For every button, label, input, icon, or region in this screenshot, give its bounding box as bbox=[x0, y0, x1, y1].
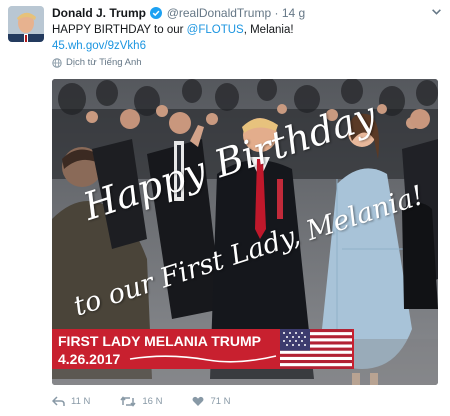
tweet-text-suffix: , Melania! bbox=[243, 24, 294, 36]
translate-button[interactable]: Dịch từ Tiếng Anh bbox=[52, 57, 142, 68]
tweet-text: HAPPY BIRTHDAY to our @FLOTUS, Melania! bbox=[52, 22, 294, 38]
banner-underline-swash bbox=[129, 355, 277, 363]
tweet-actions: 11 N 16 N 71 N bbox=[52, 396, 261, 407]
tweet-timestamp[interactable]: 14 g bbox=[282, 6, 305, 20]
tweet-media-image[interactable]: Happy Birthday to our First Lady, Melani… bbox=[52, 79, 438, 385]
heart-icon bbox=[192, 396, 204, 406]
tweet-text-prefix: HAPPY BIRTHDAY to our bbox=[52, 24, 187, 36]
banner-title: FIRST LADY MELANIA TRUMP bbox=[58, 333, 261, 349]
author-name[interactable]: Donald J. Trump bbox=[52, 6, 146, 20]
retweet-button[interactable]: 16 N bbox=[120, 396, 162, 407]
reply-icon bbox=[52, 396, 65, 406]
translate-label: Dịch từ Tiếng Anh bbox=[66, 57, 142, 68]
avatar[interactable] bbox=[8, 6, 44, 42]
like-button[interactable]: 71 N bbox=[192, 396, 231, 407]
reply-count: 11 N bbox=[71, 396, 91, 407]
like-count: 71 N bbox=[210, 396, 231, 407]
mention-link[interactable]: @FLOTUS bbox=[187, 24, 244, 36]
verified-badge-icon bbox=[150, 7, 163, 22]
header-separator: · bbox=[274, 6, 279, 20]
author-handle[interactable]: @realDonaldTrump bbox=[167, 6, 271, 20]
globe-icon bbox=[52, 57, 62, 68]
retweet-count: 16 N bbox=[142, 396, 163, 407]
reply-button[interactable]: 11 N bbox=[52, 396, 90, 407]
avatar-image bbox=[8, 6, 44, 42]
chevron-down-icon[interactable] bbox=[431, 6, 442, 20]
us-flag-icon bbox=[280, 329, 352, 369]
tweet-header: Donald J. Trump @realDonaldTrump · 14 g bbox=[52, 6, 442, 22]
retweet-icon bbox=[120, 396, 136, 407]
tweet-url-link[interactable]: 45.wh.gov/9zVkh6 bbox=[52, 38, 146, 54]
banner-date: 4.26.2017 bbox=[58, 351, 121, 367]
